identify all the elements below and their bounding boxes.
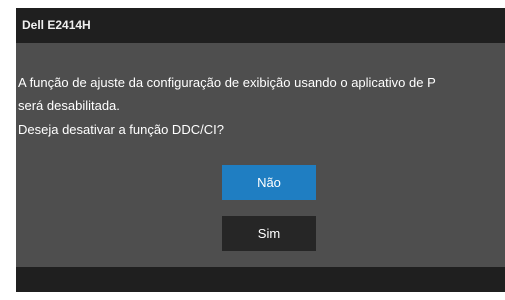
message-line-1: A função de ajuste da configuração de ex… — [18, 75, 436, 90]
no-button[interactable]: Não — [222, 165, 316, 200]
osd-footer-bar — [16, 267, 505, 292]
message-line-2: será desabilitada. — [18, 98, 120, 113]
message-question: Deseja desativar a função DDC/CI? — [18, 122, 224, 137]
osd-dialog: Dell E2414H A função de ajuste da config… — [16, 8, 505, 292]
osd-header: Dell E2414H — [16, 8, 505, 43]
monitor-model-title: Dell E2414H — [22, 18, 91, 32]
yes-button[interactable]: Sim — [222, 216, 316, 251]
